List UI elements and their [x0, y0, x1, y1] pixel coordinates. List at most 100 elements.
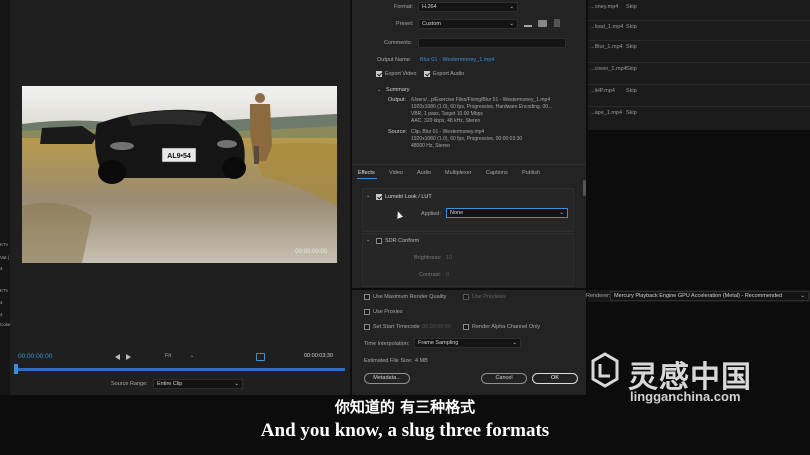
queue-item-name: ...creen_1.mp4 [590, 66, 627, 72]
subtitle-english: And you know, a slug three formats [260, 420, 550, 441]
comments-field[interactable] [418, 38, 566, 48]
export-audio-label: Export Audio [433, 71, 465, 77]
delete-preset-icon[interactable] [554, 19, 560, 27]
chevron-down-icon: ⌄ [509, 4, 514, 10]
left-edge-label: KTv [0, 242, 9, 247]
left-edge-label: KTv [0, 288, 9, 293]
use-proxies-label: Use Proxies [373, 309, 403, 315]
output-line: VBR, 1 pass, Target 10.00 Mbps [411, 111, 483, 117]
contrast-value[interactable]: 0 [446, 272, 449, 278]
output-line: 1920x1080 (1.0), 60 fps, Progressive, Ha… [411, 104, 553, 110]
output-name-label: Output Name: [377, 57, 412, 63]
list-item[interactable]: ...creen_1.mp4 Skip [588, 64, 810, 85]
output-name-link[interactable]: Blur 01 - Westermoney_1.mp4 [420, 57, 495, 63]
source-summary: Clip, Blur 01 - Westermoney.mp4 1920x108… [411, 129, 522, 150]
start-timecode-value[interactable]: 00:00:00:00 [422, 324, 451, 330]
ok-button[interactable]: OK [532, 373, 578, 384]
playhead-marker[interactable] [14, 364, 18, 374]
list-item[interactable]: ...iHP.mp4 Skip [588, 86, 810, 107]
source-range-label: Source Range: [111, 381, 148, 387]
source-line: 1920x1080 (1.0), 60 fps, Progressive, 00… [411, 136, 523, 142]
save-preset-icon[interactable] [524, 19, 532, 27]
import-preset-icon[interactable] [538, 20, 547, 27]
queue-item-status: Skip [626, 44, 637, 50]
source-summary-label: Source: [388, 129, 407, 135]
max-render-quality-label: Use Maximum Render Quality [373, 294, 447, 300]
preset-select[interactable]: Custom ⌄ [418, 19, 518, 29]
use-previews-checkbox[interactable] [463, 294, 469, 300]
set-start-timecode-checkbox[interactable] [364, 324, 370, 330]
applied-label: Applied: [421, 211, 441, 217]
subtitle-chinese: 你知道的 有三种格式 [334, 398, 476, 416]
playhead-timecode[interactable]: 00:00:00:00 [18, 353, 52, 360]
summary-heading: Summary [386, 87, 410, 93]
cancel-button[interactable]: Cancel [481, 373, 527, 384]
set-start-timecode-label: Set Start Timecode [373, 324, 420, 330]
tab-effects-underline [357, 178, 377, 179]
tab-captions[interactable]: Captions [486, 170, 508, 176]
left-edge-strip: KTv Vat ( 4 KTv 4 4 Color [0, 0, 11, 395]
queue-item-name: ...iHP.mp4 [590, 88, 615, 94]
chevron-down-icon: ⌄ [559, 210, 564, 216]
brightness-label: Brightness: [414, 255, 442, 261]
lumetri-checkbox[interactable] [376, 194, 382, 200]
queue-item-name: ...load_1.mp4 [590, 24, 624, 30]
source-range-select[interactable]: Entire Clip ⌄ [153, 379, 243, 389]
mark-out-icon[interactable] [126, 354, 131, 360]
chevron-down-icon[interactable]: ⌄ [377, 87, 381, 93]
tab-audio[interactable]: Audio [417, 170, 431, 176]
settings-icon[interactable] [256, 353, 265, 361]
tab-video[interactable]: Video [389, 170, 403, 176]
chevron-down-icon: ⌄ [234, 381, 239, 387]
use-proxies-checkbox[interactable] [364, 309, 370, 315]
list-item[interactable]: ...load_1.mp4 Skip [588, 20, 810, 41]
queue-item-name: ...oney.mp4 [590, 4, 619, 10]
list-item[interactable]: ...oney.mp4 Skip [588, 0, 810, 21]
file-size-value: 4 MB [415, 358, 428, 364]
fit-dropdown[interactable]: Fit [165, 353, 171, 359]
render-alpha-label: Render Alpha Channel Only [472, 324, 541, 330]
chevron-down-icon[interactable]: ⌄ [366, 193, 370, 199]
renderer-select[interactable]: Mercury Playback Engine GPU Acceleration… [610, 291, 809, 301]
tab-effects[interactable]: Effects [358, 170, 375, 176]
lumetri-label: Lumetri Look / LUT [385, 194, 432, 200]
scrollbar[interactable] [583, 180, 586, 196]
export-video-label: Export Video [385, 71, 417, 77]
timeline-track[interactable] [16, 368, 345, 371]
mark-in-icon[interactable] [115, 354, 120, 360]
list-item[interactable]: ...ape_1.mp4 Skip [588, 108, 810, 128]
queue-item-status: Skip [626, 24, 637, 30]
chevron-down-icon[interactable]: ⌄ [366, 237, 370, 243]
applied-select[interactable]: None ⌄ [446, 208, 568, 218]
car-preview-image: AL9•54 [22, 86, 337, 263]
tab-publish[interactable]: Publish [522, 170, 540, 176]
brightness-value[interactable]: 10 [446, 255, 452, 261]
tab-multiplexer[interactable]: Multiplexer [445, 170, 472, 176]
preset-value: Custom [422, 21, 441, 27]
comments-label: Comments: [384, 40, 413, 46]
left-edge-label: 4 [0, 300, 3, 305]
format-label: Format: [394, 4, 413, 10]
chevron-down-icon[interactable]: ⌄ [190, 353, 194, 359]
max-render-quality-checkbox[interactable] [364, 294, 370, 300]
chevron-down-icon: ⌄ [509, 21, 514, 27]
duration-timecode: 00:00:03:30 [304, 353, 334, 359]
list-item[interactable]: ...Blur_1.mp4 Skip [588, 42, 810, 63]
queue-item-name: ...Blur_1.mp4 [590, 44, 623, 50]
export-video-checkbox[interactable] [376, 71, 382, 77]
queue-item-status: Skip [626, 110, 637, 116]
renderer-label: Renderer: [586, 293, 611, 299]
queue-item-status: Skip [626, 88, 637, 94]
source-range-value: Entire Clip [157, 381, 183, 387]
contrast-label: Contrast: [419, 272, 442, 278]
renderer-value: Mercury Playback Engine GPU Acceleration… [614, 293, 783, 299]
source-line: 48000 Hz, Stereo [411, 143, 450, 149]
queue-panel: ...oney.mp4 Skip ...load_1.mp4 Skip ...B… [588, 0, 810, 130]
export-audio-checkbox[interactable] [424, 71, 430, 77]
use-previews-label: Use Previews [472, 294, 506, 300]
render-alpha-checkbox[interactable] [463, 324, 469, 330]
metadata-button[interactable]: Metadata... [364, 373, 410, 384]
format-select[interactable]: H.264 ⌄ [418, 2, 518, 12]
time-interpolation-select[interactable]: Frame Sampling ⌄ [414, 338, 521, 348]
sdr-checkbox[interactable] [376, 238, 382, 244]
